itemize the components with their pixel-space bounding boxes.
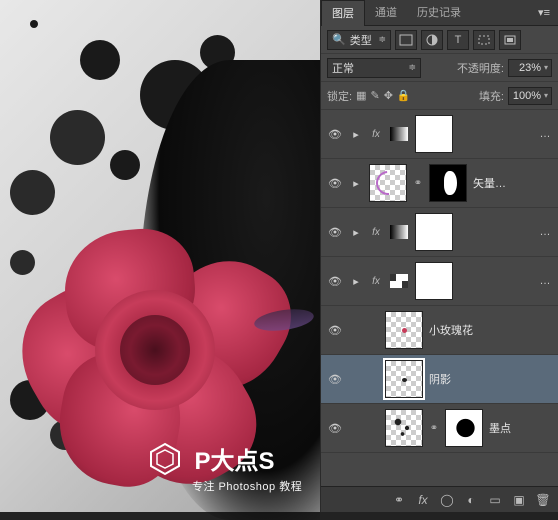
layer-row[interactable]: 👁 阴影 [321, 355, 558, 404]
ink-splat [110, 150, 140, 180]
panel-tabs: 图层 通道 历史记录 ▾≡ [321, 0, 558, 26]
layers-footer: ⚭ fx ◯ ◐ ▭ ▣ 🗑 [321, 486, 558, 512]
fx-menu-icon[interactable]: fx [412, 491, 434, 509]
lock-position-icon[interactable]: ✥ [384, 89, 393, 102]
filter-adjust-icon[interactable] [421, 30, 443, 50]
filter-label: 类型 [350, 32, 372, 48]
overflow-icon[interactable]: … [538, 275, 552, 287]
opacity-input[interactable]: 23% ▾ [508, 59, 552, 77]
search-icon: 🔍 [332, 33, 346, 46]
fold-icon[interactable]: ▸ [349, 128, 363, 141]
filter-pixel-icon[interactable] [395, 30, 417, 50]
ink-splat [80, 40, 120, 80]
link-layers-icon[interactable]: ⚭ [388, 491, 410, 509]
visibility-eye-icon[interactable]: 👁 [327, 128, 343, 141]
fx-icon: fx [369, 129, 383, 140]
adjustment-icon[interactable]: ◐ [460, 491, 482, 509]
filter-type-icon[interactable]: T [447, 30, 469, 50]
filter-shape-icon[interactable] [473, 30, 495, 50]
lock-row: 锁定: ▦ ✎ ✥ 🔒 填充: 100% ▾ [321, 82, 558, 110]
fill-label: 填充: [479, 88, 504, 104]
fold-icon[interactable]: ▸ [349, 275, 363, 288]
layer-row[interactable]: 👁 ▸ ⚭ 矢量… [321, 159, 558, 208]
tab-layers[interactable]: 图层 [321, 0, 365, 26]
logo-title: P大点S [194, 441, 274, 476]
link-icon[interactable]: ⚭ [413, 178, 423, 189]
gradient-map-icon [389, 126, 409, 142]
layer-name[interactable]: 墨点 [489, 420, 552, 436]
chevron-down-icon: ≑ [378, 34, 386, 45]
layer-mask-thumb[interactable] [415, 115, 453, 153]
blend-row: 正常 ≑ 不透明度: 23% ▾ [321, 54, 558, 82]
opacity-value: 23% [519, 62, 541, 74]
layer-mask-thumb[interactable] [445, 409, 483, 447]
visibility-eye-icon[interactable]: 👁 [327, 275, 343, 288]
overflow-icon[interactable]: … [538, 128, 552, 140]
fx-icon: fx [369, 276, 383, 287]
layer-row[interactable]: 👁 ▸ fx … [321, 257, 558, 306]
bw-adjust-icon [389, 273, 409, 289]
brand-logo: P大点S 专注 Photoshop 教程 [148, 441, 302, 494]
ink-splat [30, 20, 38, 28]
layer-name[interactable]: 矢量… [473, 175, 552, 191]
layers-panel: 图层 通道 历史记录 ▾≡ 🔍 类型 ≑ T 正常 ≑ 不透明度: 23% ▾ … [320, 0, 558, 512]
lock-all-icon[interactable]: 🔒 [397, 89, 411, 102]
layer-thumb[interactable] [385, 360, 423, 398]
chevron-down-icon: ▾ [544, 63, 548, 72]
chevron-down-icon: ≑ [408, 62, 416, 73]
delete-layer-icon[interactable]: 🗑 [532, 491, 554, 509]
fold-icon[interactable]: ▸ [349, 226, 363, 239]
lock-buttons: ▦ ✎ ✥ 🔒 [356, 89, 411, 102]
visibility-eye-icon[interactable]: 👁 [327, 226, 343, 239]
ink-splat [50, 110, 105, 165]
ink-splat [10, 170, 55, 215]
overflow-icon[interactable]: … [538, 226, 552, 238]
logo-subtitle: 专注 Photoshop 教程 [192, 478, 302, 494]
layer-row[interactable]: 👁 ▸ fx … [321, 110, 558, 159]
layer-mask-thumb[interactable] [415, 262, 453, 300]
blend-mode-value: 正常 [332, 60, 354, 76]
layer-thumb[interactable] [369, 164, 407, 202]
layer-thumb[interactable] [385, 311, 423, 349]
gradient-map-icon [389, 224, 409, 240]
layer-row[interactable]: 👁 ▸ fx … [321, 208, 558, 257]
fill-value: 100% [513, 90, 541, 102]
layer-name[interactable]: 小玫瑰花 [429, 322, 552, 338]
visibility-eye-icon[interactable]: 👁 [327, 324, 343, 337]
chevron-down-icon: ▾ [544, 91, 548, 100]
add-mask-icon[interactable]: ◯ [436, 491, 458, 509]
link-icon[interactable]: ⚭ [429, 423, 439, 434]
layer-row[interactable]: 👁 小玫瑰花 [321, 306, 558, 355]
new-layer-icon[interactable]: ▣ [508, 491, 530, 509]
lock-label: 锁定: [327, 88, 352, 104]
filter-kind-dropdown[interactable]: 🔍 类型 ≑ [327, 30, 391, 50]
blend-mode-dropdown[interactable]: 正常 ≑ [327, 58, 421, 78]
fx-icon: fx [369, 227, 383, 238]
tab-channels[interactable]: 通道 [365, 0, 407, 26]
visibility-eye-icon[interactable]: 👁 [327, 422, 343, 435]
filter-row: 🔍 类型 ≑ T [321, 26, 558, 54]
filter-smart-icon[interactable] [499, 30, 521, 50]
fold-icon[interactable]: ▸ [349, 177, 363, 190]
visibility-eye-icon[interactable]: 👁 [327, 373, 343, 386]
layers-list[interactable]: 👁 ▸ fx … 👁 ▸ ⚭ 矢量… 👁 ▸ fx … 👁 [321, 110, 558, 486]
new-group-icon[interactable]: ▭ [484, 491, 506, 509]
layer-name[interactable]: 阴影 [429, 371, 552, 387]
panel-menu-icon[interactable]: ▾≡ [530, 6, 558, 19]
layer-row[interactable]: 👁 ⚭ 墨点 [321, 404, 558, 453]
layer-mask-thumb[interactable] [415, 213, 453, 251]
opacity-label: 不透明度: [457, 60, 504, 76]
tab-history[interactable]: 历史记录 [407, 0, 471, 26]
lock-transparency-icon[interactable]: ▦ [356, 89, 366, 102]
lock-pixels-icon[interactable]: ✎ [370, 89, 379, 102]
layer-mask-thumb[interactable] [429, 164, 467, 202]
visibility-eye-icon[interactable]: 👁 [327, 177, 343, 190]
layer-thumb[interactable] [385, 409, 423, 447]
hexagon-icon [148, 442, 182, 476]
fill-input[interactable]: 100% ▾ [508, 87, 552, 105]
